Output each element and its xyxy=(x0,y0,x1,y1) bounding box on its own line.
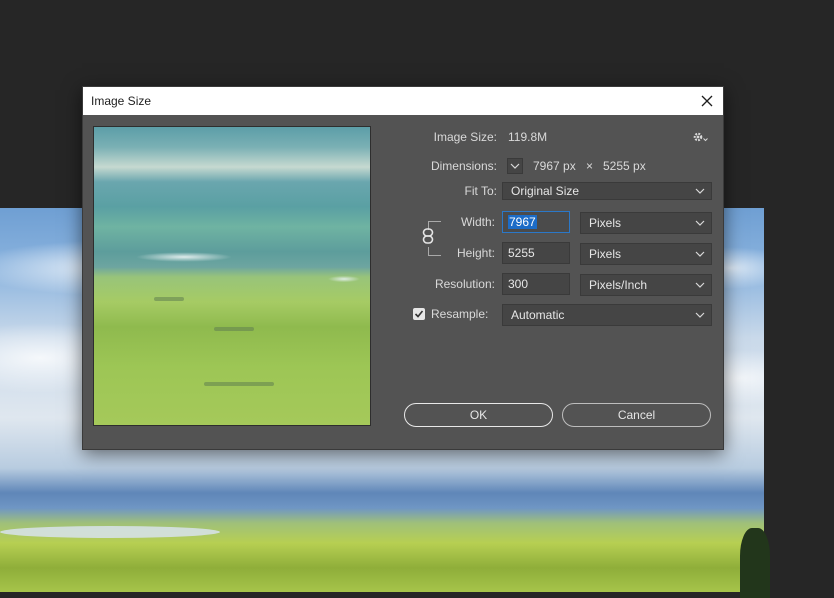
dimensions-height: 5255 px xyxy=(603,159,646,173)
height-unit-dropdown[interactable]: Pixels xyxy=(580,243,712,265)
resample-method-dropdown[interactable]: Automatic xyxy=(502,304,712,326)
resolution-input[interactable]: 300 xyxy=(502,273,570,295)
width-value: 7967 xyxy=(508,215,537,229)
chevron-down-icon xyxy=(695,220,705,226)
resolution-label: Resolution: xyxy=(434,277,495,291)
image-lake xyxy=(0,526,220,538)
dimensions-unit-toggle[interactable] xyxy=(507,158,523,174)
chevron-down-icon xyxy=(695,251,705,257)
resample-checkbox[interactable] xyxy=(413,308,425,320)
resolution-unit-dropdown[interactable]: Pixels/Inch xyxy=(580,274,712,296)
height-label: Height: xyxy=(456,246,495,260)
image-size-label: Image Size: xyxy=(433,130,497,144)
cancel-button[interactable]: Cancel xyxy=(562,403,711,427)
resolution-unit-selected: Pixels/Inch xyxy=(589,278,648,292)
close-icon xyxy=(701,95,713,107)
dimensions-width: 7967 px xyxy=(533,159,576,173)
resample-method-selected: Automatic xyxy=(511,308,565,322)
ok-button-label: OK xyxy=(469,408,488,422)
gear-icon[interactable] xyxy=(692,130,710,144)
height-value: 5255 xyxy=(508,246,535,260)
width-unit-selected: Pixels xyxy=(589,216,622,230)
fit-to-label: Fit To: xyxy=(464,184,497,198)
image-size-value: 119.8M xyxy=(508,130,548,144)
checkmark-icon xyxy=(414,310,424,318)
width-input[interactable]: 7967 xyxy=(502,211,570,233)
link-chain-icon[interactable] xyxy=(421,228,435,244)
dimensions-times: × xyxy=(586,159,594,173)
chevron-down-icon xyxy=(510,163,520,169)
fit-to-dropdown[interactable]: Original Size xyxy=(502,182,712,200)
dialog-titlebar: Image Size xyxy=(83,87,723,115)
resample-label: Resample: xyxy=(431,307,489,321)
height-unit-selected: Pixels xyxy=(589,247,622,261)
dialog-title: Image Size xyxy=(91,94,152,108)
ok-button[interactable]: OK xyxy=(404,403,553,427)
image-tree xyxy=(740,528,770,598)
image-preview[interactable] xyxy=(93,126,371,426)
image-size-dialog: Image Size Image Size: 119.8M Dimensions… xyxy=(82,86,724,450)
width-unit-dropdown[interactable]: Pixels xyxy=(580,212,712,234)
height-input[interactable]: 5255 xyxy=(502,242,570,264)
width-label: Width: xyxy=(460,215,495,229)
chevron-down-icon xyxy=(695,312,705,318)
chevron-down-icon xyxy=(695,188,705,194)
fit-to-selected: Original Size xyxy=(511,184,580,198)
cancel-button-label: Cancel xyxy=(617,408,656,422)
close-button[interactable] xyxy=(695,89,719,113)
dimensions-label: Dimensions: xyxy=(430,159,497,173)
resolution-value: 300 xyxy=(508,277,529,291)
chevron-down-icon xyxy=(695,282,705,288)
